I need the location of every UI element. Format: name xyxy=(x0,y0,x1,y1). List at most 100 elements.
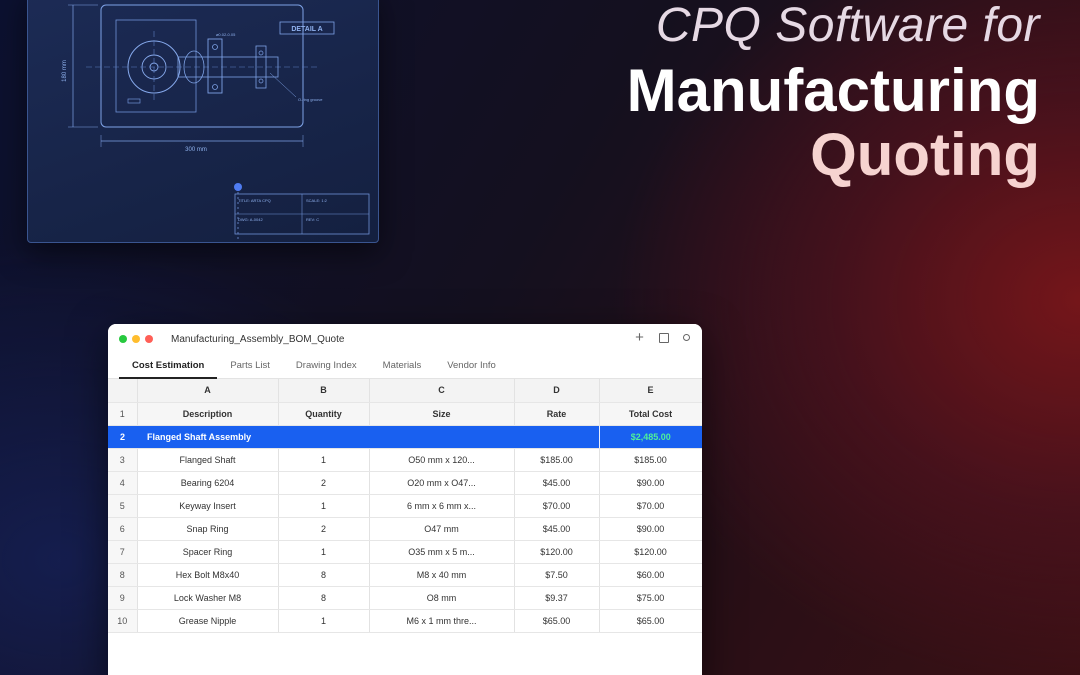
row-number[interactable]: 2 xyxy=(108,425,137,449)
cell-description[interactable]: Grease Nipple xyxy=(137,609,279,633)
table-row[interactable]: 3 Flanged Shaft 1 O50 mm x 120... $185.00 $18… xyxy=(108,448,702,472)
cell-size[interactable]: 6 mm x 6 mm x... xyxy=(369,494,515,518)
header-quantity[interactable]: Quantity xyxy=(278,402,370,426)
table-row[interactable]: 7 Spacer Ring 1 O35 mm x 5 m... $120.00 $120.… xyxy=(108,540,702,564)
cell-size[interactable]: M8 x 40 mm xyxy=(369,563,515,587)
hero-subtitle: CPQ Software for xyxy=(655,0,1040,52)
title-block-title: TITLE: ARTA CPQ xyxy=(238,198,271,203)
blueprint-svg: 180 mm 300 mm ⌀0.02-0.05 O-ring groove D… xyxy=(62,4,370,242)
cell-quantity[interactable]: 8 xyxy=(278,563,370,587)
cell-rate[interactable]: $45.00 xyxy=(514,471,600,495)
row-number[interactable]: 7 xyxy=(108,540,138,564)
cell-quantity[interactable]: 1 xyxy=(278,494,370,518)
column-header-a[interactable]: A xyxy=(137,379,279,403)
cell-total-cost[interactable]: $75.00 xyxy=(599,586,702,610)
cell-rate[interactable]: $45.00 xyxy=(514,517,600,541)
title-block-rev: REV: C xyxy=(306,217,319,222)
detail-label: DETAIL A xyxy=(291,26,322,33)
plus-icon[interactable]: + xyxy=(634,330,645,345)
cell-size[interactable]: O20 mm x O47... xyxy=(369,471,515,495)
column-header-b[interactable]: B xyxy=(278,379,370,403)
header-description[interactable]: Description xyxy=(137,402,279,426)
tab-drawing-index[interactable]: Drawing Index xyxy=(283,354,370,378)
tab-materials[interactable]: Materials xyxy=(370,354,435,378)
groove-note: O-ring groove xyxy=(298,97,323,102)
dimension-height-label: 180 mm xyxy=(62,60,68,82)
corner-cell[interactable] xyxy=(108,379,138,403)
circle-icon[interactable] xyxy=(683,334,690,341)
row-number[interactable]: 9 xyxy=(108,586,138,610)
cell-description[interactable]: Keyway Insert xyxy=(137,494,279,518)
cell-quantity[interactable]: 1 xyxy=(278,609,370,633)
row-number[interactable]: 6 xyxy=(108,517,138,541)
header-size[interactable]: Size xyxy=(369,402,515,426)
cell-size[interactable]: O35 mm x 5 m... xyxy=(369,540,515,564)
cell-total-cost[interactable]: $70.00 xyxy=(599,494,702,518)
spreadsheet-window: Manufacturing_Assembly_BOM_Quote + Cost … xyxy=(108,324,702,675)
cell-total-cost[interactable]: $90.00 xyxy=(599,517,702,541)
row-number[interactable]: 10 xyxy=(108,609,138,633)
cell-total-cost[interactable]: $90.00 xyxy=(599,471,702,495)
blueprint-drawing: 180 mm 300 mm ⌀0.02-0.05 O-ring groove D… xyxy=(27,0,379,243)
window-red-button[interactable] xyxy=(145,335,153,343)
cell-rate[interactable]: $120.00 xyxy=(514,540,600,564)
table-header-row: 1 Description Quantity Size Rate Total C… xyxy=(108,402,702,426)
assembly-row[interactable]: 2 Flanged Shaft Assembly $2,485.00 xyxy=(108,425,702,449)
tab-vendor-info[interactable]: Vendor Info xyxy=(434,354,509,378)
cell-total-cost[interactable]: $60.00 xyxy=(599,563,702,587)
dimension-width-label: 300 mm xyxy=(185,147,207,153)
cell-quantity[interactable]: 2 xyxy=(278,471,370,495)
row-number[interactable]: 1 xyxy=(108,402,138,426)
row-number[interactable]: 5 xyxy=(108,494,138,518)
sheet-tabs: Cost Estimation Parts List Drawing Index… xyxy=(108,354,702,379)
cell-size[interactable]: O50 mm x 120... xyxy=(369,448,515,472)
cell-description[interactable]: Lock Washer M8 xyxy=(137,586,279,610)
table-row[interactable]: 8 Hex Bolt M8x40 8 M8 x 40 mm $7.50 $60.00 xyxy=(108,563,702,587)
assembly-total[interactable]: $2,485.00 xyxy=(598,425,702,449)
cell-description[interactable]: Hex Bolt M8x40 xyxy=(137,563,279,587)
cell-rate[interactable]: $65.00 xyxy=(514,609,600,633)
column-header-c[interactable]: C xyxy=(369,379,515,403)
cell-size[interactable]: O47 mm xyxy=(369,517,515,541)
column-header-d[interactable]: D xyxy=(514,379,600,403)
window-title: Manufacturing_Assembly_BOM_Quote xyxy=(171,333,345,345)
assembly-description[interactable]: Flanged Shaft Assembly xyxy=(137,425,599,449)
hero-title-line2: Quoting xyxy=(810,121,1040,188)
table-row[interactable]: 9 Lock Washer M8 8 O8 mm $9.37 $75.00 xyxy=(108,586,702,610)
cell-description[interactable]: Bearing 6204 xyxy=(137,471,279,495)
table-row[interactable]: 6 Snap Ring 2 O47 mm $45.00 $90.00 xyxy=(108,517,702,541)
table-row[interactable]: 5 Keyway Insert 1 6 mm x 6 mm x... $70.00 $70… xyxy=(108,494,702,518)
cell-description[interactable]: Spacer Ring xyxy=(137,540,279,564)
column-header-e[interactable]: E xyxy=(599,379,702,403)
table-row[interactable]: 4 Bearing 6204 2 O20 mm x O47... $45.00 $90.0… xyxy=(108,471,702,495)
cell-total-cost[interactable]: $120.00 xyxy=(599,540,702,564)
tolerance-label: ⌀0.02-0.05 xyxy=(216,32,236,37)
tab-cost-estimation[interactable]: Cost Estimation xyxy=(119,354,218,379)
tab-parts-list[interactable]: Parts List xyxy=(217,354,283,378)
cell-rate[interactable]: $185.00 xyxy=(514,448,600,472)
cell-size[interactable]: O8 mm xyxy=(369,586,515,610)
cell-size[interactable]: M6 x 1 mm thre... xyxy=(369,609,515,633)
cell-description[interactable]: Flanged Shaft xyxy=(137,448,279,472)
row-number[interactable]: 4 xyxy=(108,471,138,495)
square-icon[interactable] xyxy=(659,332,669,343)
title-block-dwg: DWG: A-0042 xyxy=(238,217,263,222)
hero-heading: CPQ Software for Manufacturing Quoting xyxy=(627,0,1040,188)
header-rate[interactable]: Rate xyxy=(514,402,600,426)
cell-total-cost[interactable]: $65.00 xyxy=(599,609,702,633)
row-number[interactable]: 3 xyxy=(108,448,138,472)
cell-description[interactable]: Snap Ring xyxy=(137,517,279,541)
cell-quantity[interactable]: 8 xyxy=(278,586,370,610)
table-row[interactable]: 10 Grease Nipple 1 M6 x 1 mm thre... $65.00 $… xyxy=(108,609,702,633)
header-total-cost[interactable]: Total Cost xyxy=(599,402,702,426)
window-green-button[interactable] xyxy=(119,335,127,343)
cell-rate[interactable]: $7.50 xyxy=(514,563,600,587)
row-number[interactable]: 8 xyxy=(108,563,138,587)
cell-quantity[interactable]: 1 xyxy=(278,448,370,472)
cell-total-cost[interactable]: $185.00 xyxy=(599,448,702,472)
cell-quantity[interactable]: 1 xyxy=(278,540,370,564)
cell-rate[interactable]: $70.00 xyxy=(514,494,600,518)
window-yellow-button[interactable] xyxy=(132,335,140,343)
cell-rate[interactable]: $9.37 xyxy=(514,586,600,610)
cell-quantity[interactable]: 2 xyxy=(278,517,370,541)
